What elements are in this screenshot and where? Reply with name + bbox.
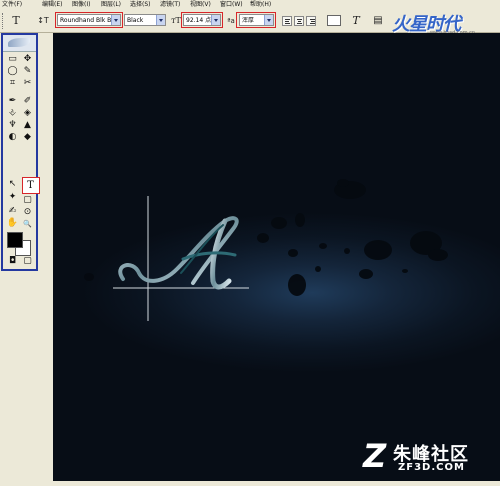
script-letter-a [118,216,239,290]
notes-tool-icon[interactable]: ✍ [6,206,19,217]
shape-tool-icon[interactable]: ▢ [21,195,34,206]
font-style-value: Black [127,17,144,24]
menu-layer[interactable]: 图层(L) [101,0,121,10]
text-color-swatch[interactable] [327,15,341,26]
highlight-font-size [181,12,223,28]
path-select-tool-icon[interactable]: ↖ [6,179,19,190]
antialias-icon: ªa [227,17,235,25]
healing-brush-icon[interactable]: ✒ [6,96,19,107]
menu-file[interactable]: 文件(F) [2,0,22,10]
gradient-tool-icon[interactable]: ▲ [21,120,34,131]
menu-filter[interactable]: 滤镜(T) [160,0,180,10]
toolbox: ▭ ✥ ◯ ✎ ⌗ ✂ ✒ ✐ ⎀ ◈ ♆ ▲ ◐ ◆ ↖ T ✦ ▢ ✍ ⊙ … [1,33,40,271]
menu-window[interactable]: 窗口(W) [220,0,243,10]
menu-help[interactable]: 帮助(H) [250,0,271,10]
text-orientation-icon[interactable]: ↕T [36,14,50,28]
quickmask-mode-icon[interactable]: ▢ [21,256,34,267]
menu-image[interactable]: 图像(I) [72,0,90,10]
magic-wand-tool-icon[interactable]: ✎ [21,66,34,77]
canvas-artwork [84,179,448,321]
zf3d-url-text: ZF3D.COM [398,462,465,473]
grip-handle[interactable] [2,13,6,29]
menu-view[interactable]: 视图(V) [190,0,211,10]
menu-select[interactable]: 选择(S) [130,0,151,10]
clone-stamp-icon[interactable]: ⎀ [6,108,19,119]
align-left-button[interactable] [282,16,292,26]
eyedropper-tool-icon[interactable]: ⊙ [21,207,34,218]
align-center-button[interactable] [294,16,304,26]
marquee-tool-icon[interactable]: ▭ [6,54,19,65]
menu-edit[interactable]: 编辑(E) [42,0,62,10]
toolbox-header [3,35,36,52]
pen-tool-icon[interactable]: ✦ [6,192,19,203]
font-style-select[interactable]: Black [124,14,166,26]
type-tool-preset-icon[interactable]: T [9,14,23,28]
eraser-tool-icon[interactable]: ♆ [6,120,19,131]
brush-tool-icon[interactable]: ✐ [21,96,34,107]
palettes-icon[interactable]: ▤ [372,14,384,28]
history-brush-icon[interactable]: ◈ [21,108,34,119]
highlight-font-family [55,12,123,28]
zoom-tool-icon[interactable]: 🔍 [21,219,34,230]
ink-splatters [84,179,448,296]
crop-tool-icon[interactable]: ⌗ [6,78,19,89]
move-tool-icon[interactable]: ✥ [21,54,34,65]
dodge-tool-icon[interactable]: ◆ [21,132,34,143]
guide-lines [113,196,249,321]
hand-tool-icon[interactable]: ✋ [6,218,19,229]
highlight-antialias [236,12,276,28]
slice-tool-icon[interactable]: ✂ [21,78,34,89]
zf3d-logo-mark: Z [363,437,387,475]
warp-text-icon[interactable]: T [350,14,362,28]
align-right-button[interactable] [306,16,316,26]
foreground-color-swatch[interactable] [7,232,23,248]
blur-tool-icon[interactable]: ◐ [6,132,19,143]
document-canvas[interactable] [53,33,500,481]
type-tool-icon[interactable]: T [24,180,37,191]
feather-logo-icon [8,38,30,47]
lasso-tool-icon[interactable]: ◯ [6,66,19,77]
standard-mode-icon[interactable]: ◘ [6,256,19,267]
options-bar: T ↕T Roundhand Blk BT Black ᴛT 92.14 点 ª… [0,10,500,36]
chevron-down-icon [156,15,165,25]
